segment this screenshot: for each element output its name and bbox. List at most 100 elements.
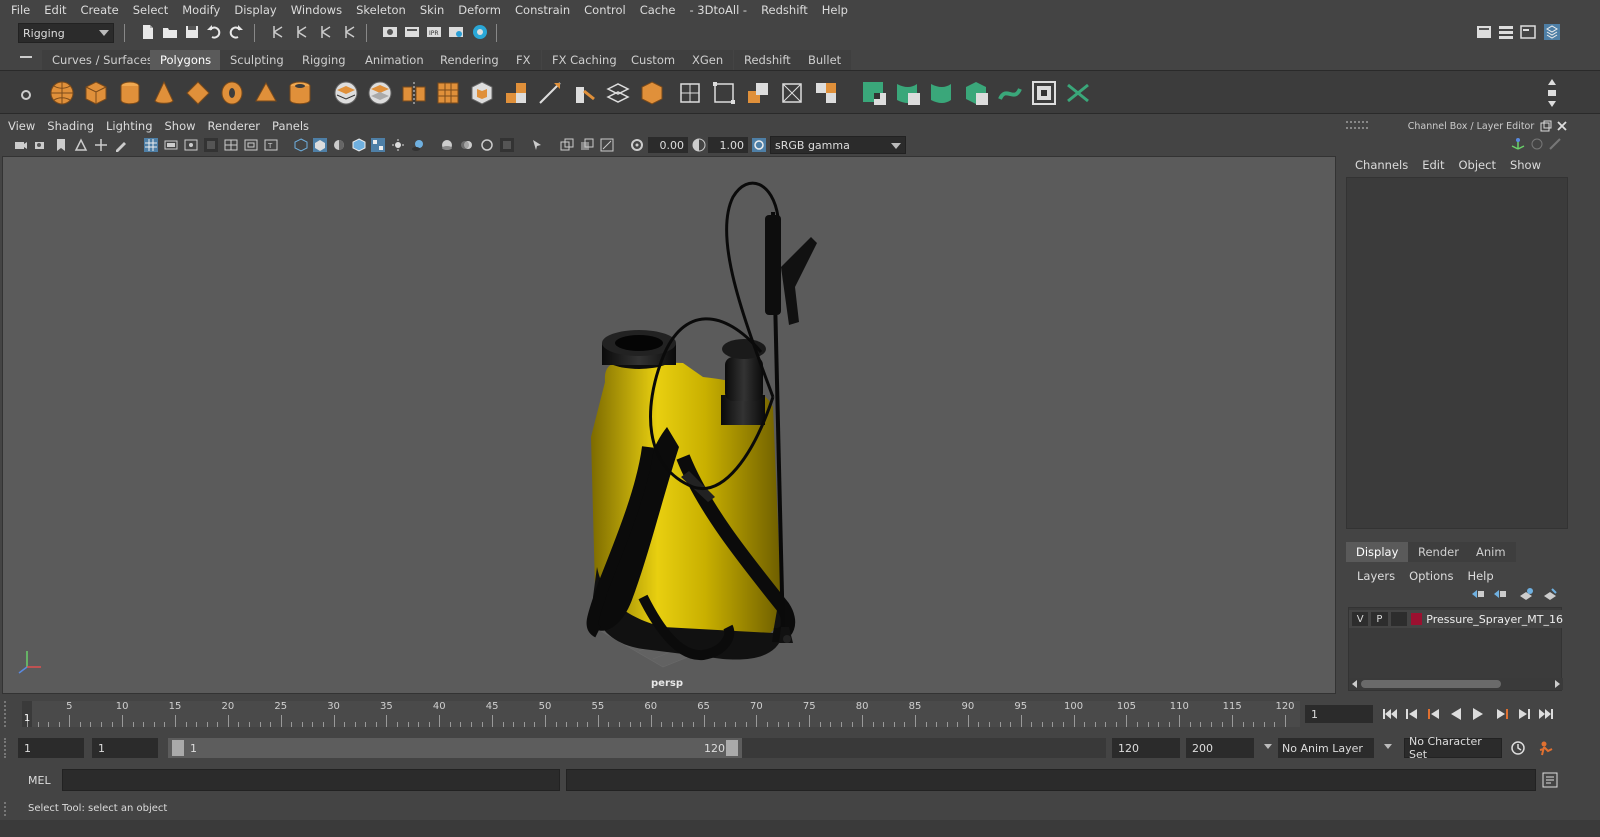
anti-aliasing-icon[interactable] [480,138,494,152]
bridge-icon[interactable] [638,79,666,107]
bevel-icon[interactable] [468,79,496,107]
use-all-lights-icon[interactable] [391,138,405,152]
current-frame-field[interactable]: 1 [1305,705,1373,723]
camera-icon[interactable] [14,138,28,152]
viewport-menu-lighting[interactable]: Lighting [100,119,158,133]
go-to-start-icon[interactable] [1382,707,1398,721]
textured-icon[interactable] [371,138,385,152]
render-settings-icon[interactable] [448,24,464,40]
range-slider-grip-icon[interactable] [4,738,14,758]
command-input[interactable] [62,769,560,791]
poly-cube-icon[interactable] [82,79,110,107]
menu-constrain[interactable]: Constrain [508,3,577,17]
open-scene-icon[interactable] [162,24,178,40]
menu-skin[interactable]: Skin [413,3,451,17]
resolution-gate-icon[interactable] [184,138,198,152]
poly-sphere-icon[interactable] [48,79,76,107]
depth-of-field-icon[interactable] [500,138,514,152]
layer-list-scrollbar[interactable] [1349,678,1563,690]
wireframe-on-shaded-icon[interactable] [352,138,366,152]
tab-rigging[interactable]: Rigging [292,50,356,70]
close-icon[interactable] [1556,120,1568,132]
camera-attributes-icon[interactable] [34,138,48,152]
go-to-end-icon[interactable] [1538,707,1554,721]
anim-layer-dropdown[interactable]: No Anim Layer [1262,738,1394,758]
playback-end-field[interactable]: 120 [1112,738,1180,758]
range-start-handle[interactable] [172,740,184,756]
range-end-handle[interactable] [726,740,738,756]
film-gate-icon[interactable] [164,138,178,152]
field-chart-icon[interactable] [224,138,238,152]
layer-menu-layers[interactable]: Layers [1350,569,1402,583]
shelf-scroll-icon[interactable] [1546,77,1558,109]
manipulator-icon[interactable] [1510,137,1526,151]
viewport-menu-view[interactable]: View [2,119,41,133]
tab-sculpting[interactable]: Sculpting [220,50,294,70]
smooth-icon[interactable] [434,79,462,107]
uv-editor-icon[interactable] [676,79,704,107]
menu-help[interactable]: Help [815,3,855,17]
menu-create[interactable]: Create [74,3,126,17]
character-set-dropdown[interactable]: No Character Set [1404,735,1502,761]
tab-animation[interactable]: Animation [355,50,434,70]
color-management-icon[interactable] [752,138,766,152]
poly-cylinder-icon[interactable] [116,79,144,107]
bookmark-icon[interactable] [54,138,68,152]
float-panel-icon[interactable] [1540,120,1552,132]
channel-box-menu-show[interactable]: Show [1503,158,1548,172]
layer-color-swatch[interactable] [1410,613,1423,625]
spherical-mapping-icon[interactable] [812,79,840,107]
snap-icon[interactable] [342,24,358,40]
menu-select[interactable]: Select [126,3,175,17]
play-forwards-icon[interactable] [1470,707,1486,721]
range-bar[interactable]: 1 120 [168,738,1106,758]
layer-menu-help[interactable]: Help [1460,569,1500,583]
redshift-mesh-icon[interactable] [860,79,888,107]
script-editor-icon[interactable] [1542,772,1558,788]
isolate-select-icon[interactable] [530,138,544,152]
menu-display[interactable]: Display [227,3,283,17]
poly-cone-icon[interactable] [150,79,178,107]
layer-playback-toggle[interactable]: P [1371,612,1388,626]
create-empty-layer-icon[interactable] [1518,587,1534,601]
cylindrical-mapping-icon[interactable] [778,79,806,107]
tab-redshift[interactable]: Redshift [734,50,801,70]
layer-display-type-toggle[interactable] [1390,612,1407,626]
menu-modify[interactable]: Modify [175,3,227,17]
tab-custom[interactable]: Custom [621,50,686,70]
modeling-toolkit-icon[interactable] [1476,24,1492,40]
tab-render-layers[interactable]: Render [1408,542,1469,562]
select-component-icon[interactable] [318,24,334,40]
view-transform-dropdown[interactable]: sRGB gamma [770,136,906,154]
target-weld-icon[interactable] [570,79,598,107]
new-scene-icon[interactable] [140,24,156,40]
menu-cache[interactable]: Cache [633,3,683,17]
time-slider-track[interactable]: 1 5 10 15 20 25 30 35 40 45 50 55 60 65 70 75 80 85 90 95 10… [22,701,1300,727]
play-backwards-icon[interactable] [1448,707,1464,721]
menu-control[interactable]: Control [577,3,633,17]
redshift-proxy-icon[interactable] [894,79,922,107]
menu-windows[interactable]: Windows [284,3,349,17]
animation-end-field[interactable]: 200 [1186,738,1254,758]
planar-mapping-icon[interactable] [710,79,738,107]
menuset-dropdown[interactable]: Rigging [18,23,114,43]
redshift-curve-icon[interactable] [996,79,1024,107]
automatic-mapping-icon[interactable] [744,79,772,107]
gamma-field[interactable]: 1.00 [708,137,748,153]
ipr-render-icon[interactable]: IPR [426,24,442,40]
scroll-right-icon[interactable] [1553,680,1561,688]
viewport-menu-show[interactable]: Show [159,119,202,133]
motion-blur-icon[interactable] [460,138,474,152]
menu-skeleton[interactable]: Skeleton [349,3,413,17]
layer-visibility-toggle[interactable]: V [1352,612,1369,626]
poly-pyramid-icon[interactable] [252,79,280,107]
layer-name[interactable]: Pressure_Sprayer_MT_16 [1426,613,1563,626]
safe-action-icon[interactable] [244,138,258,152]
channel-box-menu-object[interactable]: Object [1452,158,1503,172]
safe-title-icon[interactable]: T [264,138,278,152]
mirror-icon[interactable] [400,79,428,107]
shelf-menu-icon[interactable] [20,56,32,58]
range-handle[interactable]: 1 120 [168,738,742,758]
connect-icon[interactable] [604,79,632,107]
tab-polygons[interactable]: Polygons [150,50,222,70]
